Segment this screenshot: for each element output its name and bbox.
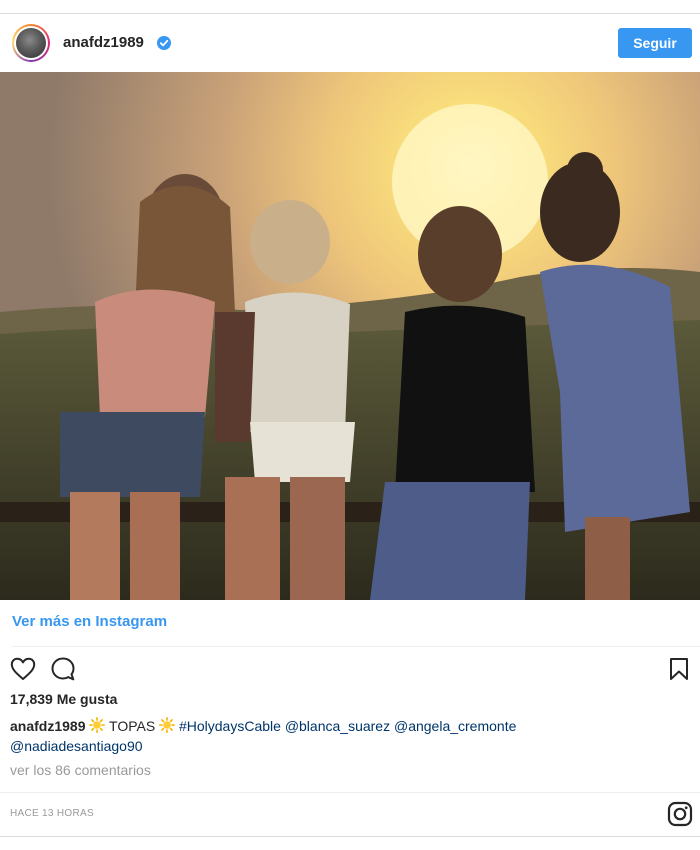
- post-photo[interactable]: [0, 72, 700, 600]
- post-header: anafdz1989 Seguir: [0, 14, 700, 72]
- follow-button[interactable]: Seguir: [618, 28, 692, 58]
- bookmark-icon[interactable]: [668, 657, 690, 681]
- username-link[interactable]: anafdz1989: [63, 34, 144, 51]
- avatar-ring: [14, 26, 48, 60]
- caption-username[interactable]: anafdz1989: [10, 718, 85, 734]
- group-photo-sunset: [0, 72, 700, 600]
- mention-link[interactable]: @blanca_suarez: [285, 718, 390, 734]
- post-caption: anafdz1989 TOPAS #HolydaysCable @blanca_…: [10, 716, 690, 756]
- divider: [0, 792, 700, 793]
- sun-emoji-icon: [89, 717, 106, 733]
- comment-icon[interactable]: [50, 656, 76, 682]
- divider: [12, 646, 700, 647]
- mention-link[interactable]: @angela_cremonte: [394, 718, 516, 734]
- view-more-link[interactable]: Ver más en Instagram: [12, 613, 167, 630]
- bottom-border: [0, 836, 700, 837]
- caption-text: TOPAS: [109, 718, 156, 734]
- avatar[interactable]: [12, 24, 50, 62]
- post-timestamp[interactable]: HACE 13 HORAS: [10, 808, 94, 819]
- sun-emoji-icon: [159, 717, 176, 733]
- view-comments-link[interactable]: ver los 86 comentarios: [10, 762, 151, 778]
- instagram-logo-icon[interactable]: [667, 801, 693, 827]
- instagram-embed: anafdz1989 Seguir Ver más en Instagram 1…: [0, 0, 700, 850]
- hashtag-link[interactable]: #HolydaysCable: [179, 718, 281, 734]
- verified-badge-icon: [157, 36, 171, 50]
- avatar-photo: [16, 28, 46, 58]
- like-count[interactable]: 17,839 Me gusta: [10, 691, 117, 707]
- heart-icon[interactable]: [10, 657, 36, 681]
- mention-link[interactable]: @nadiadesantiago90: [10, 738, 143, 754]
